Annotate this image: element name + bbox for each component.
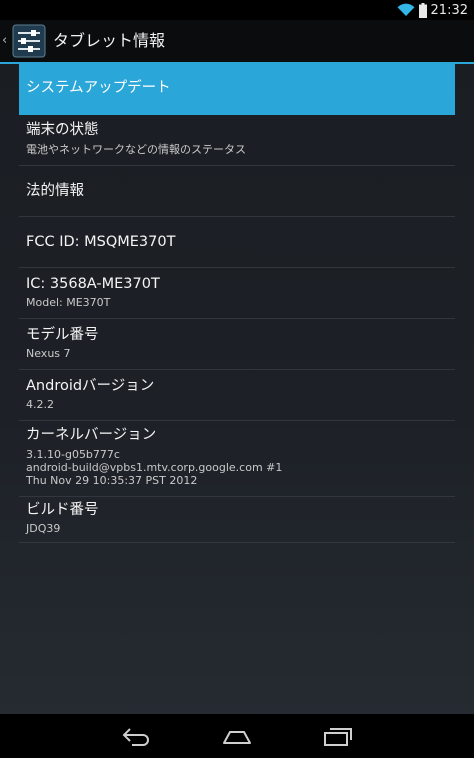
list-item-title: モデル番号 [26,327,99,343]
status-bar: 21:32 [0,0,474,20]
list-item-title: 端末の状態 [26,122,99,138]
up-navigation-icon[interactable]: ‹ [2,33,7,49]
home-icon[interactable] [221,724,253,748]
status-indicators: 21:32 [397,1,468,19]
list-item-system-update[interactable]: システムアップデート [19,64,455,115]
settings-screen: 21:32 ‹ タブレット情報 システムアップデート 端末の状態 電池やネットワ… [0,0,474,758]
list-item-title: FCC ID: MSQME370T [26,234,176,250]
list-item-android-version[interactable]: Androidバージョン 4.2.2 [19,370,455,421]
list-item-build-number[interactable]: ビルド番号 JDQ39 [19,497,455,543]
back-icon[interactable] [120,724,152,748]
list-item-title: システムアップデート [26,80,171,96]
list-item-status[interactable]: 端末の状態 電池やネットワークなどの情報のステータス [19,115,455,166]
list-item-summary: Model: ME370T [26,296,111,309]
list-item-title: ビルド番号 [26,502,99,518]
list-item-model-number: モデル番号 Nexus 7 [19,319,455,370]
list-item-summary: 電池やネットワークなどの情報のステータス [26,143,246,156]
list-item-summary: 3.1.10-g05b777c android-build@vpbs1.mtv.… [26,448,283,487]
action-bar: ‹ タブレット情報 [0,20,474,64]
recent-apps-icon[interactable] [322,724,354,748]
battery-icon [418,2,427,18]
list-item-summary: 4.2.2 [26,398,54,411]
about-tablet-list: システムアップデート 端末の状態 電池やネットワークなどの情報のステータス 法的… [19,64,455,543]
list-item-title: Androidバージョン [26,378,155,394]
wifi-icon [397,3,415,17]
list-item-fcc-id: FCC ID: MSQME370T [19,217,455,268]
list-item-title: カーネルバージョン [26,427,157,443]
list-item-summary: Nexus 7 [26,347,71,360]
list-item-legal-info[interactable]: 法的情報 [19,166,455,217]
list-item-summary: JDQ39 [26,522,61,535]
list-item-title: 法的情報 [26,183,84,199]
navigation-bar [0,714,474,758]
list-item-ic: IC: 3568A-ME370T Model: ME370T [19,268,455,319]
status-time: 21:32 [430,2,468,18]
list-item-kernel-version: カーネルバージョン 3.1.10-g05b777c android-build@… [19,421,455,497]
action-bar-title: タブレット情報 [53,31,166,50]
list-item-title: IC: 3568A-ME370T [26,276,160,292]
settings-sliders-icon[interactable] [12,24,46,58]
